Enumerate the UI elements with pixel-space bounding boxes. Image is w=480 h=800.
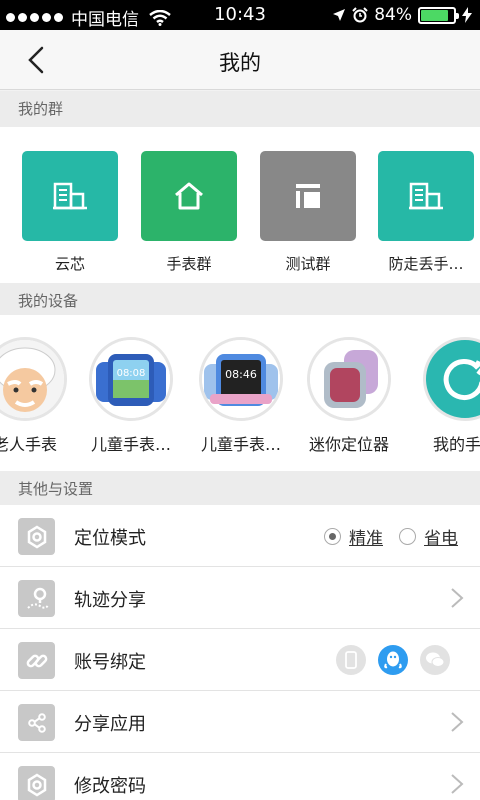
elderly-avatar-image[interactable] <box>0 337 67 421</box>
app-logo-image[interactable] <box>423 337 480 421</box>
layout-icon <box>296 184 320 208</box>
group-label: 云芯 <box>54 255 85 273</box>
group-item[interactable]: 测试群 <box>259 151 357 274</box>
kids-watch-blue-image[interactable]: 08:08 <box>89 337 173 421</box>
share-icon <box>18 704 55 741</box>
group-tile[interactable] <box>141 151 237 241</box>
group-tile[interactable] <box>378 151 474 241</box>
alarm-icon <box>352 7 368 23</box>
kids-watch-pink-image[interactable]: 08:46 <box>199 337 283 421</box>
power-saving-option-label[interactable]: 省电 <box>424 524 458 549</box>
device-item[interactable]: 迷你定位器 <box>294 337 404 455</box>
qq-icon[interactable] <box>378 645 408 675</box>
wechat-icon[interactable] <box>420 645 450 675</box>
device-label: 迷你定位器 <box>308 435 389 454</box>
building-icon <box>53 182 87 210</box>
lock-icon <box>18 766 55 800</box>
change-password-label: 修改密码 <box>74 776 146 797</box>
group-item[interactable]: 手表群 <box>140 151 238 274</box>
track-share-label: 轨迹分享 <box>74 590 146 611</box>
track-share-row[interactable]: 轨迹分享 <box>0 567 480 629</box>
location-arrow-icon <box>333 9 346 21</box>
watch-time-text: 08:08 <box>117 368 146 379</box>
device-item[interactable]: 08:46 儿童手表… <box>186 337 296 455</box>
mini-locator-image[interactable] <box>307 337 391 421</box>
location-mode-options: 精准 省电 <box>324 524 458 549</box>
group-item[interactable]: 云芯 <box>21 151 119 274</box>
my-devices-list: 老人手表 08:08 儿童手表… 08:46 儿童手表… 迷你定位器 我的手 <box>0 315 480 471</box>
device-item[interactable]: 08:08 儿童手表… <box>76 337 186 455</box>
home-icon <box>175 182 203 210</box>
my-groups-list: 云芯 手表群 测试群 防走丢手… <box>0 127 480 283</box>
account-binding-label: 账号绑定 <box>74 652 146 673</box>
group-label: 手表群 <box>166 255 212 273</box>
share-app-label: 分享应用 <box>74 714 146 735</box>
device-label: 儿童手表… <box>90 435 171 454</box>
my-devices-header: 我的设备 <box>0 283 480 319</box>
radio-precise[interactable] <box>324 528 341 545</box>
link-icon <box>18 642 55 679</box>
page-title: 我的 <box>219 51 261 75</box>
settings-list: 定位模式 精准 省电 轨迹分享 账号绑定 分享应用 修改密码 <box>0 505 480 800</box>
battery-icon <box>418 6 459 24</box>
share-app-row[interactable]: 分享应用 <box>0 691 480 753</box>
device-label: 我的手表 <box>432 435 480 454</box>
binding-icons <box>336 645 450 675</box>
group-label: 防走丢手… <box>388 255 464 273</box>
location-mode-label: 定位模式 <box>74 528 146 549</box>
status-right: 84% <box>332 5 472 25</box>
settings-header: 其他与设置 <box>0 471 480 507</box>
watch-time-text: 08:46 <box>225 368 257 381</box>
group-tile[interactable] <box>22 151 118 241</box>
route-icon <box>18 580 55 617</box>
phone-icon[interactable] <box>336 645 366 675</box>
account-binding-row[interactable]: 账号绑定 <box>0 629 480 691</box>
chevron-right-icon <box>451 588 464 608</box>
building-icon <box>409 182 443 210</box>
battery-fill <box>421 9 448 21</box>
chevron-right-icon <box>451 774 464 794</box>
chevron-right-icon <box>451 712 464 732</box>
charging-bolt-icon <box>462 7 472 23</box>
device-label: 老人手表 <box>0 435 57 454</box>
group-tile[interactable] <box>260 151 356 241</box>
change-password-row[interactable]: 修改密码 <box>0 753 480 800</box>
location-mode-row: 定位模式 精准 省电 <box>0 505 480 567</box>
device-label: 儿童手表… <box>200 435 281 454</box>
status-bar: 中国电信 10:43 84% <box>0 0 480 30</box>
radio-power-saving[interactable] <box>399 528 416 545</box>
group-label: 测试群 <box>285 255 331 273</box>
precise-option-label[interactable]: 精准 <box>349 524 383 549</box>
target-icon <box>18 518 55 555</box>
device-item[interactable]: 我的手表 <box>410 337 480 455</box>
navigation-bar: 我的 <box>0 30 480 90</box>
my-groups-header: 我的群 <box>0 91 480 127</box>
group-item[interactable]: 防走丢手… <box>377 151 475 274</box>
device-item[interactable]: 老人手表 <box>0 337 80 455</box>
battery-percent: 84% <box>374 5 412 25</box>
